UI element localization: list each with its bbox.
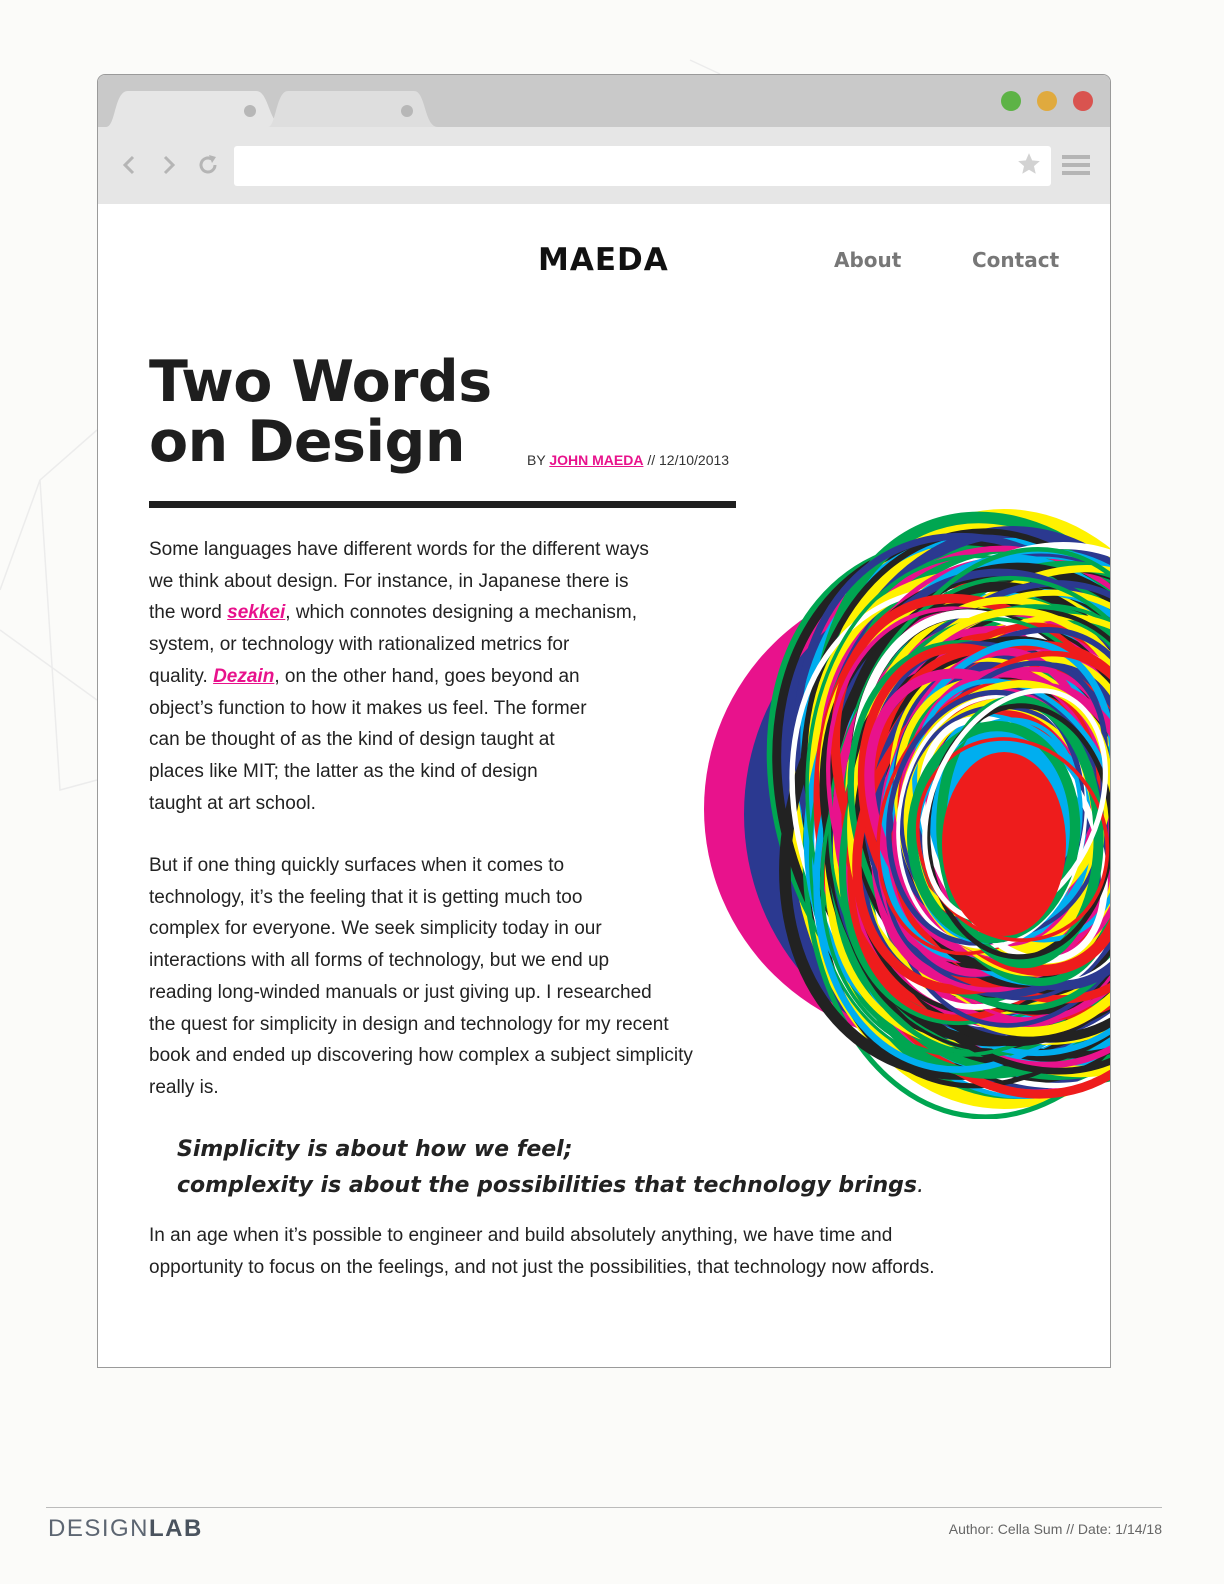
p1-line: , on the other hand, goes beyond an xyxy=(274,665,580,687)
tab-close-icon[interactable] xyxy=(401,105,413,117)
dezain-link[interactable]: Dezain xyxy=(213,666,274,687)
author-link[interactable]: JOHN MAEDA xyxy=(549,452,643,468)
paragraph-3: In an age when it’s possible to engineer… xyxy=(149,1220,934,1283)
nav-about-link[interactable]: About xyxy=(834,248,901,272)
p2-line: really is. xyxy=(149,1076,219,1098)
designlab-logo: DESIGNLAB xyxy=(48,1515,203,1543)
address-bar[interactable] xyxy=(234,146,1051,186)
quote-line-1: Simplicity is about how we feel; xyxy=(177,1137,573,1162)
p1-line: , which connotes designing a mechanism, xyxy=(285,602,637,624)
reload-icon[interactable] xyxy=(196,153,220,177)
p1-line: system, or technology with rationalized … xyxy=(149,634,570,656)
quote-line-2: complexity is about the possibilities th… xyxy=(177,1173,917,1198)
browser-window: MAEDA About Contact Two Words on Design … xyxy=(97,74,1111,1368)
p1-line: can be thought of as the kind of design … xyxy=(149,729,555,751)
title-line-1: Two Words xyxy=(149,349,492,415)
author-date-credit: Author: Cella Sum // Date: 1/14/18 xyxy=(948,1521,1162,1537)
site-logo[interactable]: MAEDA xyxy=(538,242,669,278)
p1-line: quality. xyxy=(149,665,214,687)
back-icon[interactable] xyxy=(118,153,142,177)
p2-line: But if one thing quickly surfaces when i… xyxy=(149,855,565,876)
star-icon[interactable] xyxy=(1016,151,1042,177)
p1-line: places like MIT; the latter as the kind … xyxy=(149,760,538,782)
menu-icon[interactable] xyxy=(1062,153,1090,177)
sekkei-link[interactable]: sekkei xyxy=(227,602,285,623)
p3-line: opportunity to focus on the feelings, an… xyxy=(149,1256,935,1278)
p2-line: book and ended up discovering how comple… xyxy=(149,1045,693,1067)
forward-icon[interactable] xyxy=(156,153,180,177)
paragraph-1: Some languages have different words for … xyxy=(149,534,649,819)
window-maximize-button[interactable] xyxy=(1001,91,1021,111)
nav-contact-link[interactable]: Contact xyxy=(972,248,1059,272)
browser-tab-active[interactable] xyxy=(106,91,286,127)
p1-line: the word xyxy=(149,602,228,624)
quote-end: . xyxy=(917,1173,924,1198)
brand-light: DESIGN xyxy=(48,1515,150,1542)
p1-line: we think about design. For instance, in … xyxy=(149,570,629,592)
p3-line: In an age when it’s possible to engineer… xyxy=(149,1225,893,1246)
window-minimize-button[interactable] xyxy=(1037,91,1057,111)
title-rule xyxy=(149,501,736,508)
brand-bold: LAB xyxy=(149,1515,203,1542)
byline-prefix: BY xyxy=(527,452,550,468)
p1-line: taught at art school. xyxy=(149,792,316,814)
title-line-2: on Design xyxy=(149,409,465,475)
colorful-swirl-artwork xyxy=(704,509,1110,1119)
p2-line: interactions with all forms of technolog… xyxy=(149,950,610,972)
article-date: 12/10/2013 xyxy=(659,452,730,468)
tab-close-icon[interactable] xyxy=(244,105,256,117)
p2-line: the quest for simplicity in design and t… xyxy=(149,1013,669,1035)
p1-line: object’s function to how it makes us fee… xyxy=(149,697,587,719)
byline: BY JOHN MAEDA // 12/10/2013 xyxy=(527,452,729,468)
p2-line: reading long-winded manuals or just givi… xyxy=(149,981,652,1003)
window-close-button[interactable] xyxy=(1073,91,1093,111)
article-title: Two Words on Design xyxy=(149,352,492,472)
pull-quote: Simplicity is about how we feel; complex… xyxy=(177,1132,924,1204)
byline-separator: // xyxy=(643,452,659,468)
browser-tab[interactable] xyxy=(268,91,438,127)
page-viewport: MAEDA About Contact Two Words on Design … xyxy=(98,204,1110,1367)
p2-line: technology, it’s the feeling that it is … xyxy=(149,886,583,908)
p2-line: complex for everyone. We seek simplicity… xyxy=(149,918,602,940)
tab-bar xyxy=(98,75,1110,127)
footer-rule xyxy=(46,1507,1162,1508)
paragraph-2: But if one thing quickly surfaces when i… xyxy=(149,850,693,1104)
p1-line: Some languages have different words for … xyxy=(149,539,649,560)
browser-toolbar xyxy=(98,127,1110,204)
